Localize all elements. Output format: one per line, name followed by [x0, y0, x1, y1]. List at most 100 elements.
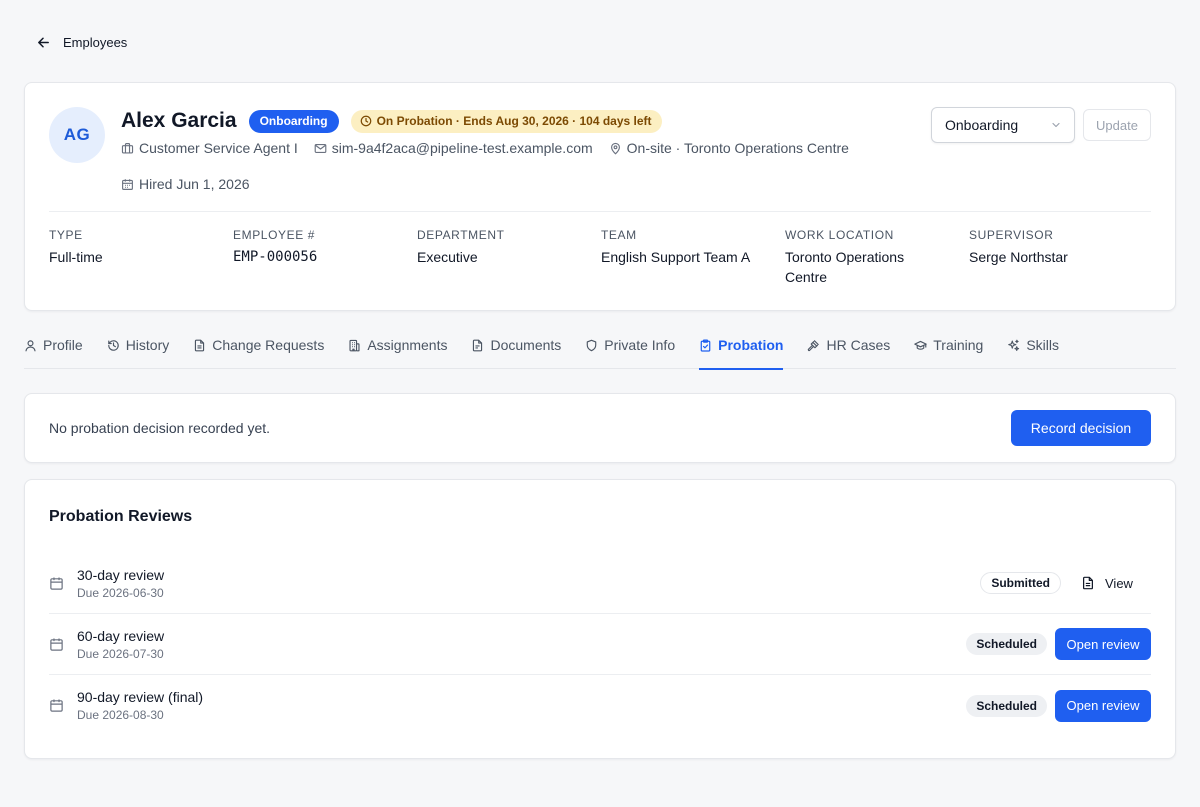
- status-select-value: Onboarding: [945, 117, 1019, 133]
- document-icon: [1083, 576, 1093, 590]
- field-team: Team English Support Team A: [601, 228, 785, 287]
- tab-label: Assignments: [367, 337, 448, 353]
- probation-badge-label: On Probation · Ends Aug 30, 2026 · 104 d…: [376, 114, 652, 128]
- probation-reviews-card: Probation Reviews 30-day review Due 2026…: [24, 479, 1176, 759]
- tab-training[interactable]: Training: [914, 330, 983, 369]
- arrow-left-icon: [38, 37, 49, 47]
- review-status-badge: Scheduled: [966, 633, 1047, 655]
- review-row-30-day: 30-day review Due 2026-06-30 Submitted V…: [49, 553, 1151, 614]
- map-pin-icon: [610, 142, 620, 154]
- review-status-badge: Scheduled: [966, 694, 1047, 717]
- calendar-icon: [50, 577, 63, 590]
- field-label: Work Location: [785, 228, 894, 242]
- field-label: Type: [49, 228, 83, 242]
- review-row-60-day: 60-day review Due 2026-07-30 Scheduled O…: [49, 614, 1151, 675]
- field-value: English Support Team A: [601, 249, 751, 265]
- tab-history[interactable]: History: [107, 330, 170, 369]
- back-link[interactable]: Employees: [36, 32, 127, 52]
- tab-label: Skills: [1026, 337, 1059, 353]
- field-supervisor: Supervisor Serge Northstar: [969, 228, 1153, 287]
- employee-tabs: Profile History Change Requests Assignme…: [24, 330, 1176, 370]
- tab-label: Private Info: [604, 337, 676, 353]
- open-review-button[interactable]: Open review: [1055, 689, 1151, 722]
- field-label: Department: [417, 228, 505, 242]
- graduation-cap-icon: [914, 340, 928, 350]
- location: On-site · Toronto Operations Centre: [609, 140, 849, 156]
- avatar: AG: [49, 107, 105, 163]
- gavel-icon: [808, 340, 820, 352]
- hired-date-text: Hired Jun 1, 2026: [139, 176, 250, 192]
- name-row: Alex Garcia Onboarding On Probation · En…: [121, 109, 662, 133]
- field-label: Employee #: [233, 228, 316, 242]
- employee-header-card: AG Alex Garcia Onboarding On Probation ·…: [24, 82, 1176, 311]
- tab-profile[interactable]: Profile: [24, 330, 83, 369]
- field-department: Department Executive: [417, 228, 601, 287]
- review-info: 30-day review Due 2026-06-30: [77, 566, 980, 601]
- field-value: Executive: [417, 249, 478, 265]
- tab-assignments[interactable]: Assignments: [348, 330, 447, 369]
- decision-message: No probation decision recorded yet.: [49, 420, 271, 436]
- job-title-text: Customer Service Agent I: [139, 140, 298, 156]
- briefcase-icon: [121, 142, 134, 154]
- status-select[interactable]: Onboarding: [931, 107, 1075, 143]
- divider: [49, 211, 1151, 212]
- field-work-location: Work Location Toronto Operations Centre: [785, 228, 969, 287]
- reviews-title: Probation Reviews: [49, 508, 193, 525]
- open-review-button[interactable]: Open review: [1055, 628, 1151, 660]
- tab-documents[interactable]: Documents: [471, 330, 561, 369]
- chevron-down-icon: [1052, 122, 1060, 128]
- tab-label: Documents: [490, 337, 562, 353]
- tab-label: Profile: [43, 337, 83, 353]
- probation-badge: On Probation · Ends Aug 30, 2026 · 104 d…: [350, 109, 662, 133]
- job-title: Customer Service Agent I: [121, 140, 298, 156]
- sparkles-icon: [1008, 339, 1020, 351]
- review-due-date: Due 2026-06-30: [77, 585, 164, 600]
- review-row-90-day: 90-day review (final) Due 2026-08-30 Sch…: [49, 675, 1151, 736]
- calendar-icon: [50, 699, 63, 712]
- file-icon: [195, 339, 205, 352]
- calendar-icon: [50, 638, 63, 651]
- tab-hr-cases[interactable]: HR Cases: [807, 330, 890, 369]
- review-info: 60-day review Due 2026-07-30: [77, 627, 966, 662]
- review-list: 30-day review Due 2026-06-30 Submitted V…: [49, 553, 1151, 736]
- update-button[interactable]: Update: [1083, 109, 1151, 141]
- field-label: Supervisor: [969, 228, 1054, 242]
- tab-label: Probation: [718, 337, 784, 353]
- calendar-icon: [122, 178, 133, 190]
- history-icon: [107, 340, 119, 351]
- field-value: EMP-000056: [233, 249, 318, 265]
- back-link-label: Employees: [63, 34, 128, 50]
- employee-fields: Type Full-time Employee # EMP-000056 Dep…: [49, 228, 1153, 287]
- mail-icon: [314, 143, 327, 153]
- clock-icon: [360, 115, 371, 127]
- tab-label: HR Cases: [826, 337, 891, 353]
- tab-label: History: [125, 337, 170, 353]
- probation-decision-card: No probation decision recorded yet. Reco…: [24, 393, 1176, 463]
- review-status-badge: Submitted: [980, 572, 1061, 594]
- field-label: Team: [601, 228, 637, 242]
- employee-name: Alex Garcia: [121, 109, 237, 132]
- review-info: 90-day review (final) Due 2026-08-30: [77, 688, 966, 723]
- view-review-label: View: [1105, 575, 1133, 591]
- review-title: 30-day review: [77, 566, 165, 583]
- hired-date: Hired Jun 1, 2026: [121, 176, 250, 192]
- field-type: Type Full-time: [49, 228, 233, 287]
- tab-change-requests[interactable]: Change Requests: [193, 330, 324, 369]
- employee-meta: Customer Service Agent I sim-9a4f2aca@pi…: [121, 140, 849, 156]
- tab-label: Training: [933, 337, 984, 353]
- tab-label: Change Requests: [212, 337, 325, 353]
- view-review-button[interactable]: View: [1081, 576, 1151, 591]
- user-icon: [25, 340, 36, 352]
- record-decision-button[interactable]: Record decision: [1011, 410, 1151, 446]
- email-text: sim-9a4f2aca@pipeline-test.example.com: [331, 140, 593, 156]
- clipboard-check-icon: [700, 339, 711, 352]
- tab-skills[interactable]: Skills: [1007, 330, 1059, 369]
- building-icon: [349, 339, 360, 352]
- document-icon: [473, 339, 483, 352]
- review-due-date: Due 2026-08-30: [77, 708, 164, 722]
- location-text: On-site · Toronto Operations Centre: [626, 140, 849, 156]
- email[interactable]: sim-9a4f2aca@pipeline-test.example.com: [314, 140, 593, 156]
- review-title: 90-day review (final): [77, 689, 204, 705]
- tab-private-info[interactable]: Private Info: [585, 330, 675, 369]
- tab-probation[interactable]: Probation: [699, 330, 784, 370]
